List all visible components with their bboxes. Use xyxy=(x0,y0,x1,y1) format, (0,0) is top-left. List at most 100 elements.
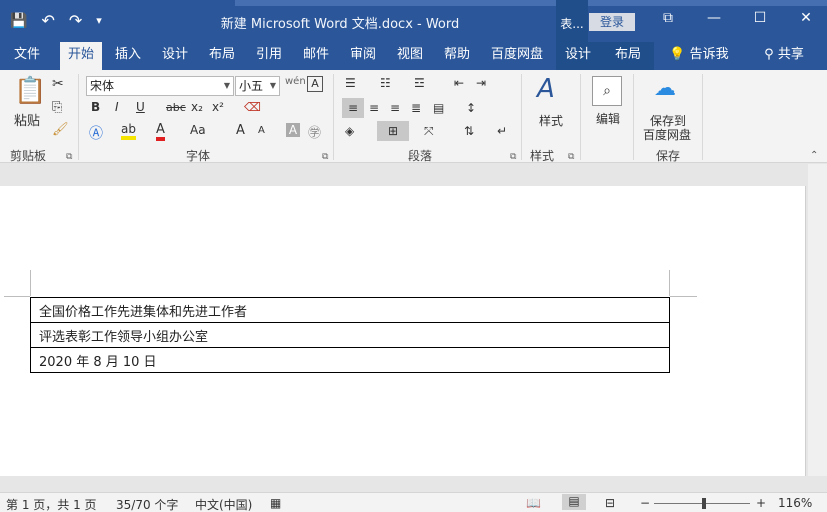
tab-design[interactable]: 设计 xyxy=(155,42,195,70)
table-cell[interactable]: 全国价格工作先进集体和先进工作者 xyxy=(30,297,670,323)
underline-button[interactable]: U xyxy=(136,100,145,114)
close-button[interactable]: ✕ xyxy=(796,10,816,26)
web-layout-icon[interactable]: ⊟ xyxy=(605,496,615,510)
font-name-select[interactable]: 宋体 ▼ xyxy=(86,76,234,96)
login-button[interactable]: 登录 xyxy=(589,13,635,31)
tab-home[interactable]: 开始 xyxy=(60,42,102,70)
align-center-icon[interactable]: ≡ xyxy=(369,101,379,115)
styles-icon[interactable]: A xyxy=(537,74,555,104)
table-cell[interactable]: 2020 年 8 月 10 日 xyxy=(30,347,670,373)
zoom-out-button[interactable]: − xyxy=(640,496,650,510)
minimize-button[interactable]: — xyxy=(704,10,724,26)
document-table[interactable]: 全国价格工作先进集体和先进工作者 评选表彰工作领导小组办公室 2020 年 8 … xyxy=(30,297,670,373)
change-case-button[interactable]: Aa xyxy=(190,123,206,137)
tab-view[interactable]: 视图 xyxy=(390,42,430,70)
editing-label[interactable]: 编辑 xyxy=(596,110,620,127)
collapse-ribbon-icon[interactable]: ⌃ xyxy=(810,150,818,161)
tab-review[interactable]: 审阅 xyxy=(343,42,383,70)
tab-file[interactable]: 文件 xyxy=(4,42,50,70)
find-icon[interactable]: ⌕ xyxy=(592,76,622,106)
group-separator xyxy=(333,74,334,160)
decrease-indent-icon[interactable]: ⇤ xyxy=(454,76,464,90)
paste-icon[interactable]: 📋 xyxy=(14,76,46,106)
lightbulb-icon: 💡 xyxy=(669,47,686,62)
bullets-icon[interactable]: ☰ xyxy=(345,76,356,90)
macro-icon[interactable]: ▦ xyxy=(270,496,281,510)
baidu-netdisk-icon[interactable]: ☁ xyxy=(654,76,676,101)
font-size-value: 小五 xyxy=(239,79,264,93)
font-launcher-icon[interactable]: ⧉ xyxy=(322,152,328,162)
font-size-select[interactable]: 小五 ▼ xyxy=(235,76,280,96)
multilevel-list-icon[interactable]: ☲ xyxy=(414,76,425,90)
numbering-icon[interactable]: ☷ xyxy=(380,76,391,90)
zoom-slider-thumb[interactable] xyxy=(702,498,706,509)
ribbon-display-icon[interactable]: ⧉ xyxy=(658,10,678,26)
sort-icon[interactable]: ⇅ xyxy=(464,124,474,138)
strikethrough-button[interactable]: abc xyxy=(166,101,186,114)
shading-icon[interactable]: ◈ xyxy=(345,124,354,138)
table-cell[interactable]: 评选表彰工作领导小组办公室 xyxy=(30,322,670,348)
align-right-icon[interactable]: ≡ xyxy=(390,101,400,115)
text-effects-icon[interactable]: Ⓐ xyxy=(89,123,103,143)
character-border-icon[interactable]: A xyxy=(307,76,323,92)
phonetic-guide-icon[interactable]: wén xyxy=(285,76,306,87)
paragraph-launcher-icon[interactable]: ⧉ xyxy=(510,152,516,162)
shrink-font-button[interactable]: A xyxy=(258,125,265,136)
table-row[interactable]: 评选表彰工作领导小组办公室 xyxy=(30,322,670,348)
line-spacing-icon[interactable]: ↕ xyxy=(466,101,476,115)
read-mode-icon[interactable]: 📖 xyxy=(526,496,541,510)
increase-indent-icon[interactable]: ⇥ xyxy=(476,76,486,90)
save-to-label-2[interactable]: 百度网盘 xyxy=(643,126,691,143)
vertical-scrollbar[interactable] xyxy=(808,164,827,476)
tab-baidu-netdisk[interactable]: 百度网盘 xyxy=(485,42,549,70)
share-button[interactable]: ⚲ 共享 xyxy=(758,42,810,70)
align-left-icon[interactable]: ≡ xyxy=(342,98,364,118)
italic-button[interactable]: I xyxy=(115,100,119,114)
paste-label[interactable]: 粘贴 xyxy=(14,110,40,129)
justify-icon[interactable]: ≣ xyxy=(411,101,421,115)
distributed-icon[interactable]: ▤ xyxy=(433,101,444,115)
grow-font-button[interactable]: A xyxy=(236,123,245,138)
clear-formatting-icon[interactable]: ⌫ xyxy=(244,100,261,114)
table-row[interactable]: 2020 年 8 月 10 日 xyxy=(30,347,670,373)
share-label: 共享 xyxy=(777,47,804,62)
chinese-layout-icon[interactable]: ⤧ xyxy=(424,124,434,139)
maximize-button[interactable]: ☐ xyxy=(750,10,770,26)
superscript-button[interactable]: x² xyxy=(212,100,224,114)
chevron-down-icon: ▼ xyxy=(223,81,230,90)
highlight-color-icon[interactable]: ab xyxy=(121,122,136,140)
cut-icon[interactable]: ✂ xyxy=(52,76,64,92)
clipboard-launcher-icon[interactable]: ⧉ xyxy=(66,152,72,162)
tab-table-layout[interactable]: 布局 xyxy=(608,42,648,70)
borders-icon[interactable]: ⊞ xyxy=(377,121,409,141)
word-count[interactable]: 35/70 个字 xyxy=(116,496,178,512)
tell-me-label: 告诉我 xyxy=(689,47,729,62)
format-painter-icon[interactable]: 🖌 xyxy=(52,122,69,137)
copy-icon[interactable]: ⎘ xyxy=(52,100,62,115)
table-tools-label: 表... xyxy=(556,0,588,42)
paragraph-group-label: 段落 xyxy=(408,149,433,163)
zoom-in-button[interactable]: + xyxy=(756,496,766,510)
print-layout-icon[interactable]: ▤ xyxy=(562,494,586,510)
page-count[interactable]: 第 1 页，共 1 页 xyxy=(6,496,97,512)
styles-group-label: 样式 xyxy=(530,149,555,163)
tab-insert[interactable]: 插入 xyxy=(108,42,148,70)
enclose-characters-icon[interactable]: ㊫ xyxy=(308,122,321,141)
table-row[interactable]: 全国价格工作先进集体和先进工作者 xyxy=(30,297,670,323)
tab-layout[interactable]: 布局 xyxy=(202,42,242,70)
character-shading-icon[interactable]: A xyxy=(286,123,300,137)
styles-launcher-icon[interactable]: ⧉ xyxy=(568,152,574,162)
show-marks-icon[interactable]: ↵ xyxy=(497,124,507,138)
bold-button[interactable]: B xyxy=(91,100,100,114)
font-color-icon[interactable]: A xyxy=(156,122,165,141)
tab-help[interactable]: 帮助 xyxy=(437,42,477,70)
tab-mailings[interactable]: 邮件 xyxy=(296,42,336,70)
tell-me[interactable]: 💡 告诉我 xyxy=(664,42,734,70)
tab-table-design[interactable]: 设计 xyxy=(558,42,598,70)
tab-references[interactable]: 引用 xyxy=(249,42,289,70)
ribbon-tabs: 文件 开始 插入 设计 布局 引用 邮件 审阅 视图 帮助 百度网盘 设计 布局… xyxy=(0,42,827,70)
language-indicator[interactable]: 中文(中国) xyxy=(195,496,252,512)
zoom-level[interactable]: 116% xyxy=(778,496,812,510)
subscript-button[interactable]: x₂ xyxy=(191,100,203,114)
styles-label[interactable]: 样式 xyxy=(539,112,563,129)
